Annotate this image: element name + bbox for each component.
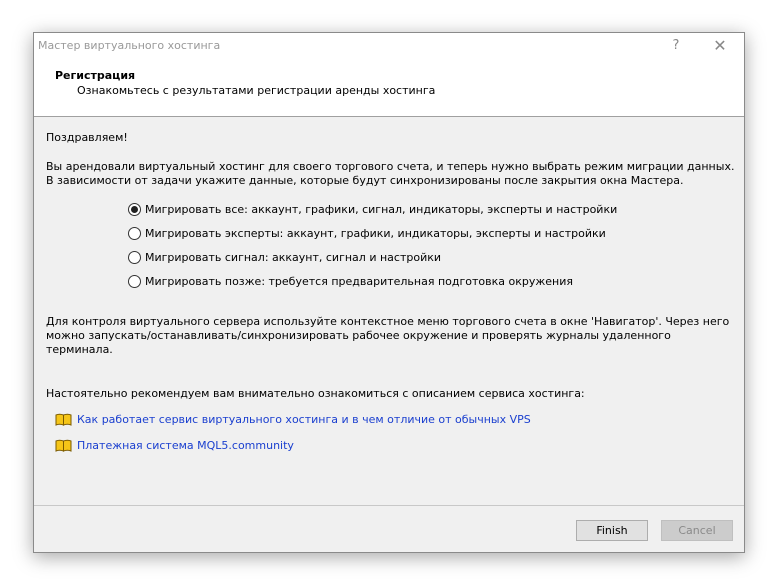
radio-button[interactable] (128, 250, 141, 264)
recommend-text: Настоятельно рекомендуем вам внимательно… (46, 387, 585, 400)
link-label[interactable]: Платежная система MQL5.community (77, 439, 294, 452)
radio-label: Мигрировать позже: требуется предварител… (145, 274, 573, 288)
book-icon (55, 439, 72, 452)
radio-label: Мигрировать сигнал: аккаунт, сигнал и на… (145, 250, 442, 264)
radio-migrate-signal[interactable]: Мигрировать сигнал: аккаунт, сигнал и на… (128, 249, 441, 265)
hosting-wizard-dialog: Мастер виртуального хостинга ? ✕ Регистр… (33, 32, 745, 553)
wizard-header: Регистрация Ознакомьтесь с результатами … (34, 59, 744, 117)
radio-button[interactable] (128, 226, 141, 240)
link-hosting-info[interactable]: Как работает сервис виртуального хостинг… (55, 411, 531, 427)
radio-migrate-later[interactable]: Мигрировать позже: требуется предварител… (128, 273, 573, 289)
cancel-button[interactable]: Cancel (661, 520, 733, 541)
close-button[interactable]: ✕ (700, 33, 740, 59)
radio-button[interactable] (128, 274, 141, 288)
intro-text: Вы арендовали виртуальный хостинг для св… (46, 160, 735, 187)
page-title: Регистрация (55, 69, 136, 82)
navigator-note: Для контроля виртуального сервера исполь… (46, 315, 730, 356)
link-payment-system[interactable]: Платежная система MQL5.community (55, 437, 294, 453)
congrats-text: Поздравляем! (46, 131, 128, 144)
window-title: Мастер виртуального хостинга (38, 39, 221, 52)
footer-divider (34, 505, 744, 506)
book-icon (55, 413, 72, 426)
radio-migrate-all[interactable]: Мигрировать все: аккаунт, графики, сигна… (128, 201, 617, 217)
radio-label: Мигрировать все: аккаунт, графики, сигна… (145, 202, 618, 216)
title-bar[interactable]: Мастер виртуального хостинга ? ✕ (34, 33, 744, 59)
finish-button[interactable]: Finish (576, 520, 648, 541)
radio-migrate-experts[interactable]: Мигрировать эксперты: аккаунт, графики, … (128, 225, 606, 241)
page-subtitle: Ознакомьтесь с результатами регистрации … (77, 84, 436, 97)
link-label[interactable]: Как работает сервис виртуального хостинг… (77, 413, 531, 426)
help-button[interactable]: ? (656, 33, 696, 59)
radio-label: Мигрировать эксперты: аккаунт, графики, … (145, 226, 606, 240)
wizard-content: Поздравляем! Вы арендовали виртуальный х… (34, 117, 744, 505)
radio-button[interactable] (128, 202, 141, 216)
